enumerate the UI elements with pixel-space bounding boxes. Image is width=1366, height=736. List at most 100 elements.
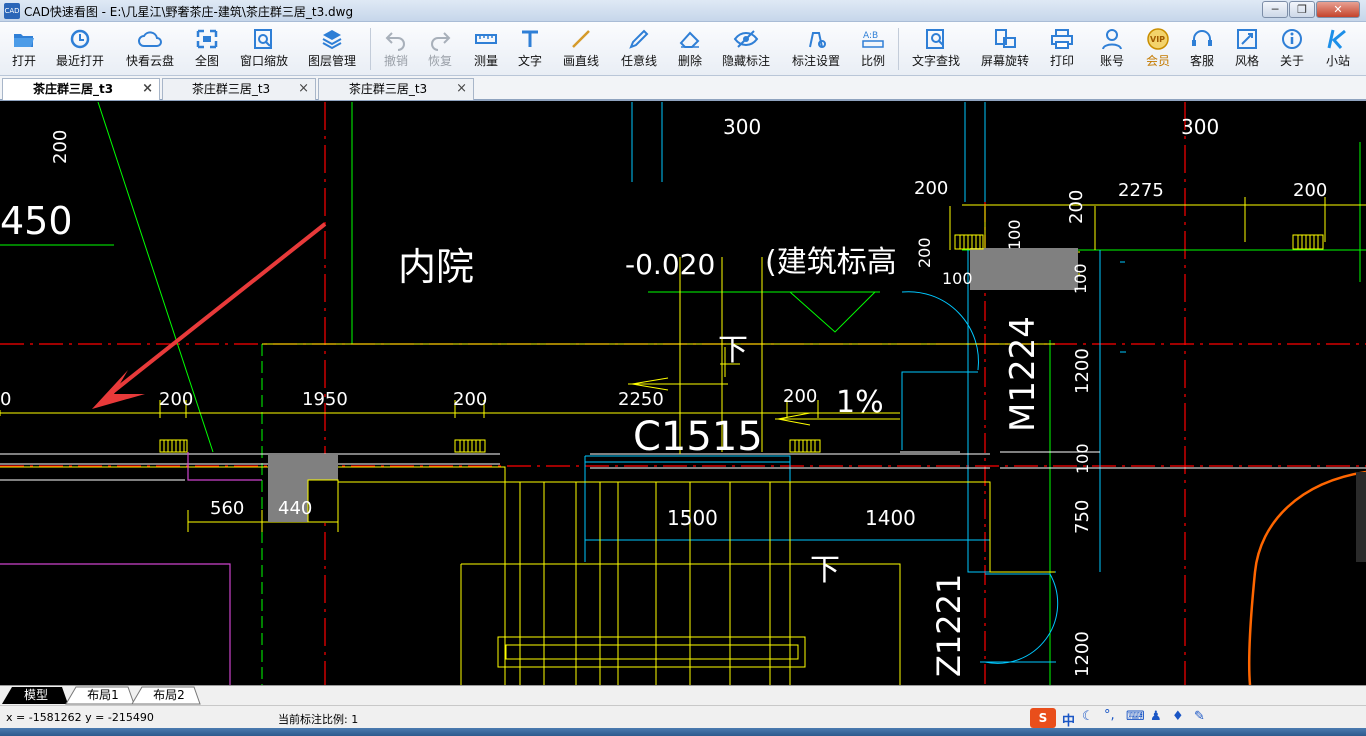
dim-label: 200 — [914, 178, 948, 199]
room-label: 内院 — [398, 245, 474, 289]
dim-label: 200 — [783, 386, 817, 407]
drawing-canvas[interactable]: 300 300 450 200 2275 200 内院 -0.020 (建筑标高… — [0, 102, 1366, 685]
measure-button[interactable]: 测量 — [468, 24, 504, 74]
dim-label: 1200 — [1072, 348, 1093, 394]
dim-label: 100 — [1073, 443, 1092, 474]
status-bar: x = -1581262 y = -215490 当前标注比例: 1 S 中 ☾… — [0, 705, 1366, 729]
headset-icon — [1192, 30, 1212, 46]
cad-drawing: 300 300 450 200 2275 200 内院 -0.020 (建筑标高… — [0, 102, 1366, 685]
toolbar-separator — [370, 28, 371, 70]
moon-icon[interactable]: ☾ — [1082, 709, 1094, 724]
punctuation-icon[interactable]: °, — [1104, 708, 1115, 723]
layout-tab-layout1[interactable]: 布局1 — [76, 687, 130, 704]
down-label: 下 — [718, 333, 748, 368]
document-tab[interactable]: 茶庄群三居_t3 × — [162, 78, 316, 100]
text-button[interactable]: 文字 — [512, 24, 548, 74]
k-site-icon — [1327, 29, 1346, 49]
dim-label: 440 — [278, 498, 312, 519]
dim-label: 750 — [1072, 500, 1093, 534]
undo-button[interactable]: 撤销 — [378, 24, 414, 74]
about-button[interactable]: 关于 — [1274, 24, 1310, 74]
wrench-icon[interactable]: ✎ — [1194, 709, 1205, 724]
site-button[interactable]: 小站 — [1320, 24, 1356, 74]
info-icon — [1282, 29, 1302, 49]
ime-language[interactable]: 中 — [1062, 710, 1075, 729]
account-button[interactable]: 账号 — [1094, 24, 1130, 74]
dim-label: 560 — [210, 498, 244, 519]
dim-label: 200 — [453, 389, 487, 410]
layout-tab-bar: 模型 布局1 布局2 — [0, 685, 1366, 705]
svg-text:A:B: A:B — [863, 31, 878, 41]
dim-label: 1500 — [667, 506, 718, 530]
dim-label: 200 — [1293, 180, 1327, 201]
layout-tab-layout2[interactable]: 布局2 — [142, 687, 196, 704]
redo-button[interactable]: 恢复 — [422, 24, 458, 74]
rotate-screen-icon — [995, 29, 1016, 48]
dim-label: 100 — [1005, 219, 1024, 250]
close-tab-icon[interactable]: × — [142, 79, 153, 99]
window-zoom-icon — [254, 29, 272, 49]
eye-hide-icon — [733, 30, 759, 48]
layer-manager-button[interactable]: 图层管理 — [302, 24, 362, 74]
vertical-scroll-indicator[interactable] — [1356, 472, 1366, 562]
ime-toolbar[interactable]: S 中 ☾ °, ⌨ ♟ ♦ ✎ — [1030, 708, 1214, 729]
eraser-icon — [679, 31, 700, 48]
document-tab[interactable]: 茶庄群三居_t3 × — [2, 78, 160, 100]
cloud-icon — [138, 31, 162, 47]
dim-label: 1400 — [865, 506, 916, 530]
document-tab-bar: 茶庄群三居_t3 × 茶庄群三居_t3 × 茶庄群三居_t3 × — [0, 76, 1366, 101]
text-search-icon — [926, 29, 944, 49]
main-toolbar: 打开 最近打开 快看云盘 全图 窗口缩放 图层管理 撤销 恢复 测量 文字 画直… — [0, 22, 1366, 76]
skin-icon[interactable]: ♦ — [1172, 709, 1184, 724]
scale-icon: A:B — [862, 31, 884, 48]
fit-all-button[interactable]: 全图 — [188, 24, 226, 74]
minimize-button[interactable]: ─ — [1262, 1, 1288, 18]
layers-icon — [322, 30, 342, 50]
elevation-note: (建筑标高 — [765, 245, 897, 280]
redo-icon — [431, 32, 451, 51]
text-search-button[interactable]: 文字查找 — [906, 24, 966, 74]
close-tab-icon[interactable]: × — [298, 79, 309, 99]
delete-button[interactable]: 删除 — [672, 24, 708, 74]
close-tab-icon[interactable]: × — [456, 79, 467, 99]
close-button[interactable]: ✕ — [1316, 1, 1360, 18]
line-icon — [572, 30, 590, 48]
open-folder-icon — [14, 34, 34, 47]
ime-logo-icon[interactable]: S — [1030, 708, 1056, 728]
down-label: 下 — [810, 553, 840, 588]
dim-label: 2275 — [1118, 180, 1164, 201]
hide-annotation-button[interactable]: 隐藏标注 — [718, 24, 774, 74]
print-button[interactable]: 打印 — [1044, 24, 1080, 74]
document-tab[interactable]: 茶庄群三居_t3 × — [318, 78, 474, 100]
dim-label: 1200 — [1072, 631, 1093, 677]
user-icon — [1102, 29, 1122, 50]
scale-button[interactable]: A:B 比例 — [855, 24, 891, 74]
user-icon[interactable]: ♟ — [1150, 709, 1162, 724]
annotation-settings-button[interactable]: 标注设置 — [786, 24, 846, 74]
recent-clock-icon — [70, 29, 90, 49]
recent-open-button[interactable]: 最近打开 — [50, 24, 110, 74]
draw-line-button[interactable]: 画直线 — [558, 24, 604, 74]
window-zoom-button[interactable]: 窗口缩放 — [236, 24, 292, 74]
printer-icon — [1051, 29, 1073, 49]
text-icon — [522, 30, 538, 47]
customer-service-button[interactable]: 客服 — [1184, 24, 1220, 74]
rotate-screen-button[interactable]: 屏幕旋转 — [976, 24, 1034, 74]
dim-label: 200 — [915, 237, 934, 268]
pen-icon — [629, 29, 649, 49]
freehand-button[interactable]: 任意线 — [616, 24, 662, 74]
open-button[interactable]: 打开 — [4, 24, 44, 74]
layout-tab-model[interactable]: 模型 — [12, 687, 60, 704]
dim-label: 0 — [0, 389, 11, 410]
taskbar-edge — [0, 728, 1366, 736]
fit-all-icon — [196, 29, 218, 49]
dim-label: 100 — [942, 269, 973, 288]
keyboard-icon[interactable]: ⌨ — [1126, 709, 1145, 724]
vip-button[interactable]: VIP 会员 — [1140, 24, 1176, 74]
vip-icon: VIP — [1147, 28, 1169, 50]
style-button[interactable]: 风格 — [1229, 24, 1265, 74]
door-tag: M1224 — [1003, 316, 1043, 432]
maximize-button[interactable]: ❐ — [1289, 1, 1315, 18]
annotation-scale: 当前标注比例: 1 — [278, 713, 359, 726]
cloud-disk-button[interactable]: 快看云盘 — [120, 24, 180, 74]
